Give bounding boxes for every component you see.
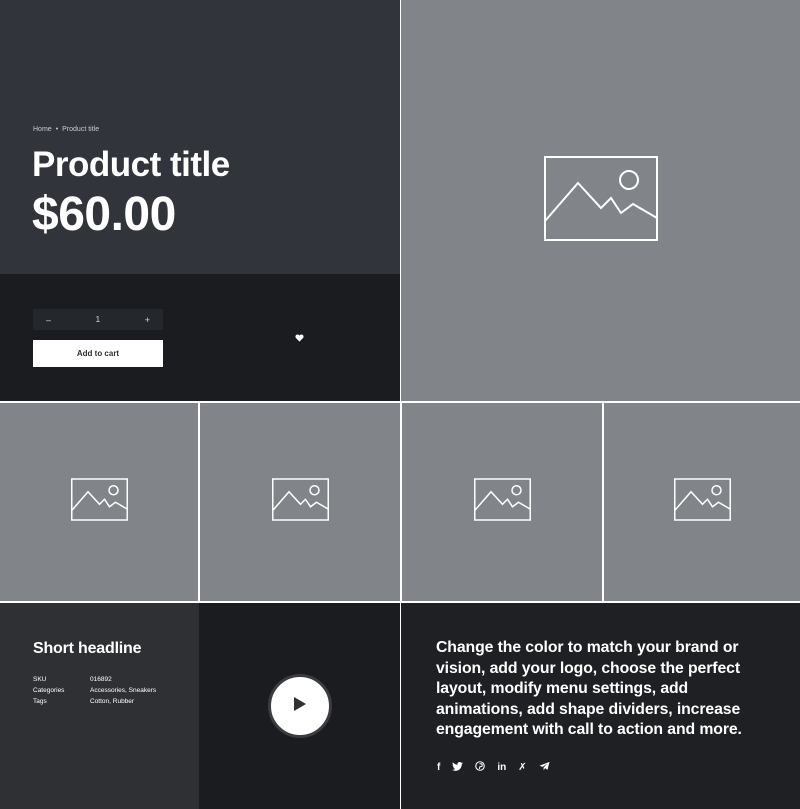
twitter-icon[interactable] bbox=[452, 761, 464, 775]
image-placeholder-icon bbox=[271, 478, 329, 526]
thumbnail-image[interactable] bbox=[402, 403, 602, 601]
quantity-value[interactable]: 1 bbox=[96, 315, 100, 324]
product-meta-table: SKU 016892 Categories Accessories, Sneak… bbox=[33, 676, 156, 709]
breadcrumb: Home • Product title bbox=[33, 126, 99, 133]
heart-icon[interactable] bbox=[295, 329, 304, 347]
video-panel bbox=[199, 603, 400, 809]
quantity-decrease-button[interactable]: – bbox=[46, 315, 51, 325]
promo-panel: Change the color to match your brand or … bbox=[401, 603, 800, 809]
cart-panel: – 1 + Add to cart bbox=[0, 274, 199, 401]
thumbnail-image[interactable] bbox=[0, 403, 198, 601]
image-placeholder-icon bbox=[673, 478, 731, 526]
xing-icon[interactable]: ✗ bbox=[518, 762, 526, 774]
meta-key: SKU bbox=[33, 676, 47, 683]
main-product-image[interactable] bbox=[401, 0, 800, 401]
breadcrumb-home-link[interactable]: Home bbox=[33, 126, 52, 133]
quantity-stepper: – 1 + bbox=[33, 309, 163, 330]
facebook-icon[interactable]: f bbox=[437, 762, 440, 774]
table-row: Categories Accessories, Sneakers bbox=[33, 687, 156, 698]
telegram-icon[interactable] bbox=[539, 761, 550, 775]
play-button[interactable] bbox=[267, 674, 332, 738]
product-price: $60.00 bbox=[32, 188, 176, 241]
image-placeholder-icon bbox=[543, 155, 658, 246]
thumbnail-image[interactable] bbox=[200, 403, 400, 601]
product-meta: Short headline SKU 016892 Categories Acc… bbox=[0, 603, 199, 809]
play-icon bbox=[293, 696, 306, 716]
short-headline: Short headline bbox=[33, 640, 142, 657]
linkedin-icon[interactable]: in bbox=[497, 762, 506, 774]
wishlist-panel bbox=[199, 274, 400, 401]
promo-text: Change the color to match your brand or … bbox=[436, 639, 742, 738]
social-share-bar: f in ✗ bbox=[437, 761, 550, 775]
breadcrumb-separator: • bbox=[55, 126, 59, 133]
table-row: SKU 016892 bbox=[33, 676, 156, 687]
thumbnail-image[interactable] bbox=[604, 403, 800, 601]
quantity-increase-button[interactable]: + bbox=[145, 315, 150, 325]
product-title: Product title bbox=[32, 145, 230, 184]
meta-key: Tags bbox=[33, 698, 47, 705]
add-to-cart-button[interactable]: Add to cart bbox=[33, 340, 163, 367]
meta-key: Categories bbox=[33, 687, 65, 694]
meta-value: 016892 bbox=[90, 676, 112, 683]
breadcrumb-current: Product title bbox=[62, 126, 100, 133]
image-placeholder-icon bbox=[473, 478, 531, 526]
table-row: Tags Cotton, Rubber bbox=[33, 698, 156, 709]
pinterest-icon[interactable] bbox=[475, 761, 486, 775]
meta-value-link[interactable]: Cotton, Rubber bbox=[90, 698, 156, 709]
image-placeholder-icon bbox=[70, 478, 128, 526]
product-hero: Home • Product title Product title $60.0… bbox=[0, 0, 400, 274]
meta-value-link[interactable]: Accessories, Sneakers bbox=[90, 687, 156, 698]
